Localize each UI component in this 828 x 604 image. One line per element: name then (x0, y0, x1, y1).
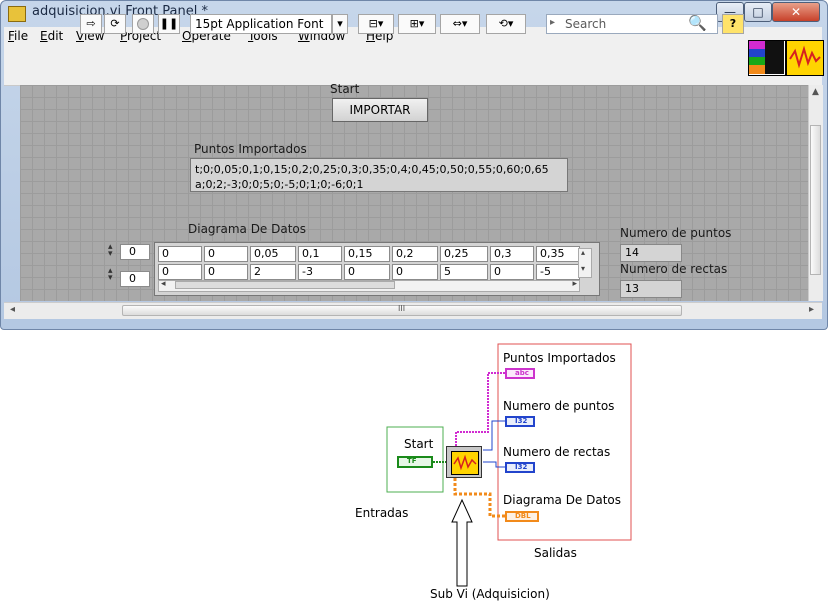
puntos-importados-indicator: t;0;0,05;0,1;0,15;0,2;0,25;0,3;0,35;0,4;… (190, 158, 568, 192)
search-expand-icon: ▸ (550, 17, 556, 28)
pause-icon[interactable]: ❚❚ (158, 14, 180, 34)
run-continuously-icon[interactable]: ⟳ (104, 14, 126, 34)
bd-numero-puntos-label: Numero de puntos (503, 399, 615, 413)
help-icon[interactable]: ? (722, 14, 744, 34)
menu-file[interactable]: File (8, 29, 28, 43)
diagrama-de-datos-label: Diagrama De Datos (188, 222, 307, 236)
puntos-importados-label: Puntos Importados (194, 142, 307, 156)
array-cell[interactable]: -5 (536, 264, 580, 280)
entradas-label: Entradas (355, 506, 409, 520)
array-cell[interactable]: 0,1 (298, 246, 342, 262)
array-cell[interactable]: 0 (490, 264, 534, 280)
numero-puntos-i32-terminal[interactable]: I32 (505, 416, 535, 427)
scroll-grip: III (398, 304, 406, 313)
reorder-icon[interactable]: ⟲▾ (486, 14, 526, 34)
array-cell[interactable]: 0,15 (344, 246, 390, 262)
search-icon[interactable]: 🔍 (688, 14, 707, 32)
close-button[interactable]: ✕ (772, 2, 820, 22)
abort-icon[interactable] (132, 14, 154, 34)
numero-rectas-i32-terminal[interactable]: I32 (505, 462, 535, 473)
diagrama-dbl-array-terminal[interactable]: DBL (505, 511, 539, 522)
array-cell[interactable]: 0 (158, 264, 202, 280)
row-index[interactable]: 0 (120, 244, 150, 260)
index-spinner-icon[interactable]: ▴ ▾ (108, 267, 113, 283)
importar-button[interactable]: IMPORTAR (332, 98, 428, 122)
chevron-down-icon[interactable]: ▾ (332, 14, 348, 34)
array-cell[interactable]: 0,2 (392, 246, 438, 262)
array-horizontal-scrollbar[interactable]: ◂ ▸ (158, 279, 580, 292)
menu-edit[interactable]: Edit (40, 29, 63, 43)
array-cell[interactable]: 0 (158, 246, 202, 262)
array-cell[interactable]: 0 (392, 264, 438, 280)
bd-diagrama-label: Diagrama De Datos (503, 493, 622, 507)
array-cell[interactable]: 0,35 (536, 246, 580, 262)
align-objects-icon[interactable]: ⊟▾ (358, 14, 394, 34)
index-spinner-icon[interactable]: ▴ ▾ (108, 243, 113, 259)
array-cell[interactable]: 0,3 (490, 246, 534, 262)
subvi-caption: Sub Vi (Adquisicion) (430, 587, 550, 601)
array-cell[interactable]: 0,25 (440, 246, 488, 262)
maximize-button[interactable]: □ (744, 2, 772, 22)
array-vertical-scrollbar[interactable]: ▴ ▾ (578, 248, 592, 278)
array-cell[interactable]: 2 (250, 264, 296, 280)
array-cell[interactable]: 0 (344, 264, 390, 280)
numero-de-puntos-indicator: 14 (620, 244, 682, 262)
labview-app-icon (8, 6, 26, 22)
distribute-objects-icon[interactable]: ⊞▾ (398, 14, 436, 34)
subvi-adquisicion-node[interactable] (446, 446, 482, 478)
column-index[interactable]: 0 (120, 271, 150, 287)
start-label: Start (330, 82, 360, 96)
bd-puntos-label: Puntos Importados (503, 351, 616, 365)
bd-numero-rectas-label: Numero de rectas (503, 445, 611, 459)
vertical-scrollbar[interactable]: ▲ (808, 85, 823, 301)
toolbar (4, 47, 822, 86)
run-arrow-icon[interactable]: ⇨ (80, 14, 102, 34)
numero-de-rectas-label: Numero de rectas (620, 262, 728, 276)
numero-de-rectas-indicator: 13 (620, 280, 682, 298)
array-cell[interactable]: 0,05 (250, 246, 296, 262)
puntos-line-2: a;0;2;-3;0;0;5;0;-5;0;1;0;-6;0;1 (195, 178, 364, 191)
array-cell[interactable]: 5 (440, 264, 488, 280)
font-dropdown[interactable]: 15pt Application Font (190, 14, 332, 34)
array-cell[interactable]: 0 (204, 246, 248, 262)
array-cell[interactable]: -3 (298, 264, 342, 280)
vi-icon[interactable] (786, 40, 824, 76)
bd-start-label: Start (404, 437, 434, 451)
numero-de-puntos-label: Numero de puntos (620, 226, 732, 240)
resize-objects-icon[interactable]: ⇔▾ (440, 14, 480, 34)
array-cell[interactable]: 0 (204, 264, 248, 280)
puntos-line-1: t;0;0,05;0,1;0,15;0,2;0,25;0,3;0,35;0,4;… (195, 163, 549, 176)
salidas-label: Salidas (534, 546, 577, 560)
start-boolean-terminal[interactable]: TF (397, 456, 433, 468)
puntos-string-terminal[interactable]: abc (505, 368, 535, 379)
connector-pane-icon[interactable] (748, 40, 786, 76)
